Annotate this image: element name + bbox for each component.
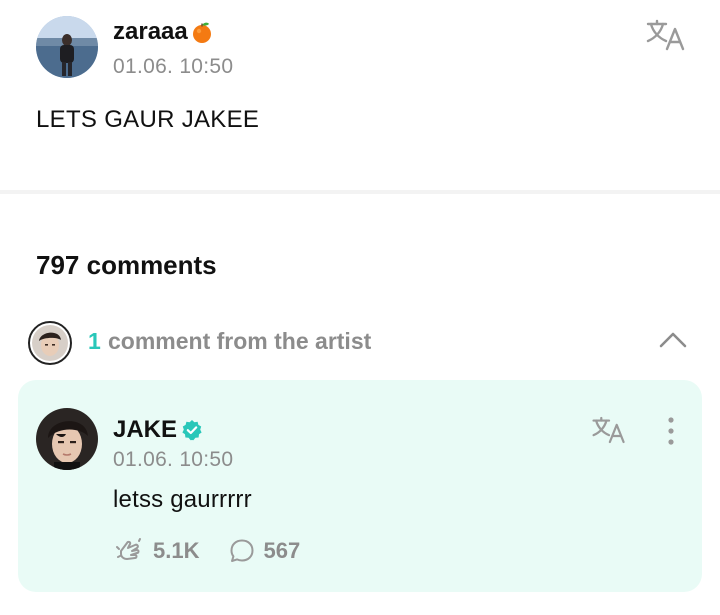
orange-emoji-icon [190,20,214,44]
more-options-icon[interactable] [664,416,678,446]
reply-count: 567 [263,538,301,563]
post-text: LETS GAUR JAKEE [36,106,260,133]
comment-bubble-icon [230,539,254,562]
like-count: 5.1K [153,538,200,563]
artist-comments-toggle[interactable]: 1 comment from the artist [28,320,692,365]
artist-avatar[interactable] [36,408,98,470]
artist-avatar-small [28,321,72,365]
translate-icon[interactable] [591,415,627,445]
comments-count: 797 comments [36,250,217,280]
artist-username[interactable]: JAKE [113,416,177,444]
translate-icon[interactable] [645,18,687,52]
artist-comment-text: letss gaurrrrr [113,486,252,513]
artist-comment-label: comment from the artist [108,328,372,354]
cheer-icon [116,538,141,560]
post-author-username[interactable]: zaraaa [113,18,188,46]
post-author-avatar[interactable] [36,16,98,78]
post-author-name[interactable]: zaraaa [113,18,214,46]
artist-comment-timestamp: 01.06. 10:50 [113,448,234,471]
reply-button[interactable]: 567 [229,538,300,564]
artist-comment-count: 1 [88,328,101,354]
section-divider [0,190,720,194]
chevron-up-icon[interactable] [659,328,687,352]
artist-comment-card: JAKE 01.06. 10:50 letss gaurrrrr 5.1K 56… [18,380,702,592]
like-button[interactable]: 5.1K [115,537,199,565]
comment-stats: 5.1K 567 [115,536,300,566]
post-timestamp: 01.06. 10:50 [113,55,234,78]
verified-badge-icon [182,420,202,441]
artist-name[interactable]: JAKE [113,416,203,444]
